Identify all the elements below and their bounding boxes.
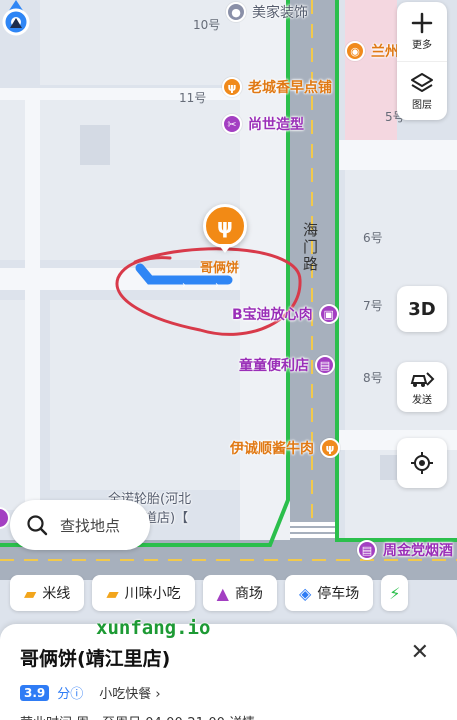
- poi-label: 道店)【: [144, 511, 189, 526]
- poi-label: 老城香早点铺: [248, 80, 332, 96]
- chip-mall[interactable]: ▲ 商场: [202, 575, 277, 611]
- svg-text:›: ›: [215, 280, 219, 291]
- noodle-icon: ▰: [24, 583, 37, 603]
- watermark: xunfang.io: [96, 617, 211, 639]
- rating-unit[interactable]: 分ⓘ: [57, 683, 83, 702]
- selected-poi-pin[interactable]: ψ: [203, 204, 247, 248]
- pin-icon: ●: [226, 2, 246, 22]
- poi-label: 伊诚顺酱牛肉: [230, 441, 314, 457]
- poi-label: 周金党烟酒: [383, 543, 453, 559]
- 3d-label: 3D: [408, 298, 436, 320]
- close-icon[interactable]: ✕: [411, 640, 429, 665]
- chip-mixian[interactable]: ▰ 米线: [10, 575, 85, 611]
- layers-icon: [411, 72, 433, 92]
- search-icon: [27, 515, 48, 536]
- chip-label: 停车场: [317, 586, 360, 602]
- basket-icon: ▣: [318, 304, 339, 324]
- svg-text:›: ›: [182, 280, 186, 291]
- road-label: 海门路: [301, 222, 319, 273]
- locate-me-button[interactable]: [397, 438, 447, 488]
- search-place-button[interactable]: 查找地点: [10, 500, 150, 550]
- rating-score: 3.9: [20, 684, 50, 701]
- map-control-stack: 更多 图层: [397, 2, 447, 120]
- poi-rating-row: 3.9 分ⓘ 小吃快餐 ›: [20, 683, 437, 702]
- chip-label: 川味小吃: [124, 586, 181, 602]
- scissors-icon: ✂: [222, 114, 242, 134]
- search-placeholder: 查找地点: [60, 516, 121, 535]
- poi-yicheng[interactable]: 伊诚顺酱牛肉 ψ: [230, 438, 340, 458]
- poi-baodi[interactable]: B宝迪放心肉 ▣: [232, 304, 339, 324]
- more-button[interactable]: 更多: [397, 2, 447, 61]
- poi-shangshi[interactable]: ✂ 尚世造型: [222, 114, 304, 134]
- poi-lanzhou[interactable]: ◉ 兰州: [345, 41, 399, 61]
- chip-parking[interactable]: ◈ 停车场: [284, 575, 374, 611]
- chip-chuanwei[interactable]: ▰ 川味小吃: [92, 575, 195, 611]
- house-number: 10号: [193, 18, 221, 32]
- snack-icon: ▰: [106, 583, 119, 603]
- shop-icon: ▤: [357, 540, 377, 560]
- house-number: 11号: [179, 91, 207, 105]
- mall-icon: ▲: [216, 583, 229, 603]
- send-label: 发送: [412, 394, 432, 406]
- house-number: 7号: [363, 299, 383, 313]
- layers-button[interactable]: 图层: [397, 61, 447, 120]
- fork-knife-icon: ψ: [217, 214, 233, 238]
- selected-poi-label: 哥俩饼: [200, 261, 240, 276]
- more-label: 更多: [412, 40, 432, 51]
- poi-laochengxiang[interactable]: ψ 老城香早点铺: [222, 77, 332, 97]
- shop-icon: ▤: [315, 355, 335, 375]
- fork-knife-icon: ψ: [320, 438, 340, 458]
- send-to-car-button[interactable]: 发送: [397, 362, 447, 412]
- poi-label: 兰州: [371, 44, 399, 60]
- house-number: 6号: [363, 231, 383, 245]
- poi-tongtong[interactable]: 童童便利店 ▤: [239, 355, 335, 375]
- poi-meijia[interactable]: ● 美家装饰: [226, 2, 308, 22]
- poi-label: B宝迪放心肉: [232, 307, 313, 323]
- business-hours[interactable]: 营业时间 周一至周日 04:00-21:00 详情 ›: [20, 712, 264, 720]
- poi-title: 哥俩饼(靖江里店): [20, 648, 171, 670]
- fork-knife-icon: ψ: [222, 77, 242, 97]
- plus-icon: [411, 12, 433, 34]
- bowl-icon: ◉: [345, 41, 365, 61]
- parking-icon: ◈: [298, 583, 312, 603]
- chip-label: 米线: [42, 586, 71, 602]
- chip-label: 商场: [234, 586, 263, 602]
- charging-icon: ⚡: [389, 583, 401, 603]
- poi-detail-sheet[interactable]: 哥俩饼(靖江里店) ✕ 3.9 分ⓘ 小吃快餐 › 营业时间 周一至周日 04:…: [0, 624, 457, 720]
- car-send-icon: [410, 371, 435, 387]
- poi-label: 尚世造型: [248, 117, 304, 133]
- poi-quannuo-line2: 道店)【: [144, 507, 188, 526]
- house-number: 8号: [363, 371, 383, 385]
- poi-category[interactable]: 小吃快餐 ›: [99, 683, 160, 702]
- category-chip-row: ▰ 米线 ▰ 川味小吃 ▲ 商场 ◈ 停车场 ⚡: [0, 575, 457, 615]
- current-location-icon: [2, 0, 30, 36]
- poi-label: 美家装饰: [252, 5, 308, 21]
- layers-label: 图层: [412, 99, 432, 111]
- chip-more[interactable]: ⚡: [381, 575, 409, 611]
- 3d-button[interactable]: 3D: [397, 286, 447, 332]
- poi-zhoujindang[interactable]: ▤ 周金党烟酒: [357, 540, 453, 560]
- selected-poi-pin-tail: [218, 244, 232, 253]
- crosshair-icon: [411, 452, 433, 474]
- poi-label: 童童便利店: [239, 358, 309, 374]
